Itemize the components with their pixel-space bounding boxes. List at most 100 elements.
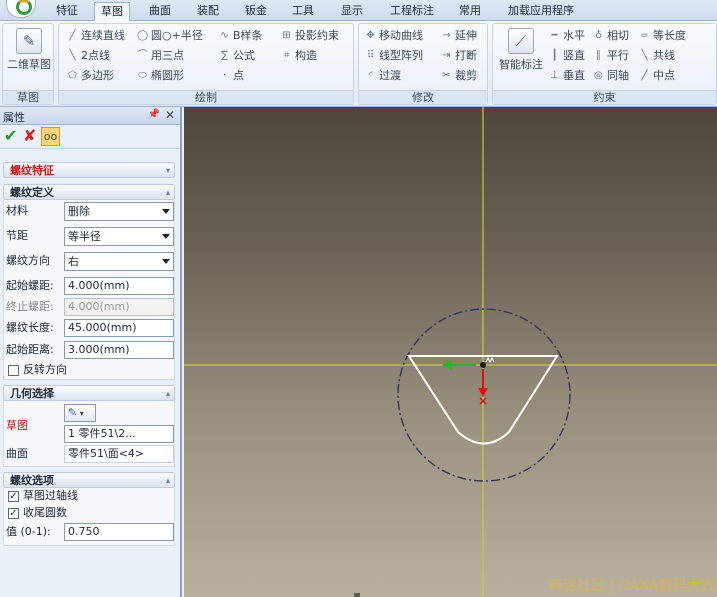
point-button[interactable]: · 点 — [219, 68, 244, 84]
move-curve-button[interactable]: ✥ 移动曲线 — [365, 28, 423, 44]
equal-length-button[interactable]: = 等长度 — [639, 28, 686, 44]
tab-assembly[interactable]: 装配 — [191, 2, 225, 21]
tab-tools[interactable]: 工具 — [286, 2, 320, 21]
polygon-icon: ⬠ — [68, 70, 77, 81]
pin-icon[interactable]: 📌 — [148, 109, 160, 120]
project-constraint-button[interactable]: ⊞ 投影约束 — [281, 28, 339, 44]
spline-icon: ∿ — [220, 30, 229, 41]
linear-array-button[interactable]: ⠿ 线型阵列 — [365, 48, 423, 64]
material-select[interactable]: 删除 — [64, 202, 174, 221]
tab-annotation[interactable]: 工程标注 — [384, 2, 440, 21]
tab-surface[interactable]: 曲面 — [143, 2, 177, 21]
reverse-direction-label: 反转方向 — [23, 363, 67, 376]
sketch-pick-button[interactable]: ✎ ▾ — [64, 404, 96, 422]
equal-icon: = — [640, 30, 649, 41]
surface-selection-field[interactable]: 零件51\面<4> — [64, 445, 174, 463]
reverse-direction-checkbox[interactable] — [8, 365, 19, 376]
modify-group-title: 修改 — [359, 90, 487, 104]
tab-feature[interactable]: 特征 — [50, 2, 84, 21]
cancel-button[interactable]: ✘ — [23, 127, 39, 145]
vertical-constraint-button[interactable]: ┃ 竖直 — [549, 48, 585, 64]
extend-icon: → — [442, 30, 451, 41]
smart-dimension-button[interactable]: ⟋ 智能标注 — [495, 28, 547, 72]
tab-sketch[interactable]: 草图 — [94, 2, 130, 22]
sketch-selection-field[interactable]: 1 零件51\2... — [64, 425, 174, 443]
polyline-button[interactable]: ╱ 连续直线 — [67, 28, 125, 44]
concentric-constraint-button[interactable]: ◎ 同轴 — [593, 68, 629, 84]
circle-icon: ◯ — [137, 30, 149, 41]
tab-display[interactable]: 显示 — [335, 2, 369, 21]
parallel-icon: ∥ — [596, 50, 601, 61]
polyline-icon: ╱ — [69, 30, 76, 41]
polygon-button[interactable]: ⬠ 多边形 — [67, 68, 114, 84]
close-icon[interactable]: ✕ — [165, 108, 175, 122]
ellipse-button[interactable]: ⬭ 椭圆形 — [137, 68, 184, 84]
origin-point — [480, 362, 486, 368]
horizontal-icon: ━ — [551, 30, 558, 41]
two-point-line-button[interactable]: ╲ 2点线 — [67, 48, 110, 64]
chevron-up-icon: ▴ — [165, 389, 170, 398]
ribbon-tab-bar: 特征 草图 曲面 装配 钣金 工具 显示 工程标注 常用 加载应用程序 — [0, 0, 717, 22]
scroll-indicator[interactable] — [354, 593, 360, 597]
trim-icon: ✂ — [442, 70, 451, 81]
sketch-canvas[interactable] — [184, 107, 717, 597]
formula-icon: ∑ — [221, 50, 228, 61]
start-pitch-label: 起始螺距: — [6, 279, 54, 292]
start-pitch-input[interactable]: 4.000(mm) — [64, 277, 174, 295]
thread-length-input[interactable]: 45.000(mm) — [64, 319, 174, 337]
pitch-select[interactable]: 等半径 — [64, 227, 174, 246]
y-arrow-head — [478, 388, 488, 397]
taper-value-input[interactable]: 0.750 — [64, 523, 174, 541]
surface-label: 曲面 — [6, 447, 28, 460]
formula-button[interactable]: ∑ 公式 — [219, 48, 255, 64]
concentric-icon: ◎ — [594, 70, 603, 81]
horizontal-constraint-button[interactable]: ━ 水平 — [549, 28, 585, 44]
sketch-axis-label: 草图过轴线 — [23, 489, 78, 502]
panel-toolbar: ✔ ✘ oo — [0, 125, 180, 149]
preview-glasses-icon[interactable]: oo — [41, 127, 60, 146]
2d-sketch-button[interactable]: ✎ 二维草图 — [4, 28, 54, 72]
tangent-constraint-button[interactable]: ♁ 相切 — [593, 28, 629, 44]
line-icon: ╲ — [69, 50, 76, 61]
smart-dimension-icon: ⟋ — [508, 28, 534, 54]
perpendicular-icon: ⊥ — [550, 70, 559, 81]
array-icon: ⠿ — [366, 50, 375, 61]
tab-common[interactable]: 常用 — [453, 2, 487, 21]
project-icon: ⊞ — [282, 30, 291, 41]
start-distance-label: 起始距离: — [6, 343, 54, 356]
midpoint-constraint-button[interactable]: ╱ 中点 — [639, 68, 675, 84]
circle-radius-button[interactable]: ◯ 圆○+半径 — [137, 28, 203, 44]
sketch-axis-checkbox[interactable]: ✓ — [8, 491, 19, 502]
perpendicular-constraint-button[interactable]: ⊥ 垂直 — [549, 68, 585, 84]
trim-button[interactable]: ✂ 裁剪 — [441, 68, 477, 84]
break-icon: ⇥ — [442, 50, 451, 61]
direction-select[interactable]: 右 — [64, 252, 174, 271]
watermark-text: 神迷社区 | CAXA数码大方 — [548, 578, 715, 594]
thread-definition-header[interactable]: 螺纹定义 ▴ — [3, 184, 175, 200]
parallel-constraint-button[interactable]: ∥ 平行 — [593, 48, 629, 64]
app-logo-icon[interactable] — [6, 0, 36, 18]
bspline-button[interactable]: ∿ B样条 — [219, 28, 262, 44]
move-icon: ✥ — [366, 30, 375, 41]
taper-circles-checkbox[interactable]: ✓ — [8, 508, 19, 519]
graphics-viewport[interactable]: 神迷社区 | CAXA数码大方 — [184, 107, 717, 597]
geometry-selection-header[interactable]: 几何选择 ▴ — [3, 385, 175, 401]
dropdown-arrow-icon — [162, 259, 170, 264]
collinear-icon: ╲ — [641, 50, 648, 61]
three-point-arc-button[interactable]: ⌒ 用三点 — [137, 48, 185, 64]
fillet-button[interactable]: ◜ 过渡 — [365, 68, 401, 84]
construct-button[interactable]: ⌗ 构造 — [281, 48, 317, 64]
draw-group-title: 绘制 — [59, 90, 353, 104]
break-button[interactable]: ⇥ 打断 — [441, 48, 477, 64]
thread-options-header[interactable]: 螺纹选项 ▴ — [3, 472, 175, 488]
ok-button[interactable]: ✔ — [4, 127, 20, 145]
arc-icon: ⌒ — [137, 50, 148, 61]
chevron-down-icon: ▾ — [165, 166, 170, 175]
collinear-constraint-button[interactable]: ╲ 共线 — [639, 48, 675, 64]
tab-sheet-metal[interactable]: 钣金 — [239, 2, 273, 21]
extend-button[interactable]: → 延伸 — [441, 28, 477, 44]
tab-addins[interactable]: 加载应用程序 — [502, 2, 580, 21]
start-distance-input[interactable]: 3.000(mm) — [64, 341, 174, 359]
sketch-group: ✎ 二维草图 草图 — [2, 23, 54, 105]
thread-feature-header[interactable]: 螺纹特征 ▾ — [3, 162, 175, 178]
